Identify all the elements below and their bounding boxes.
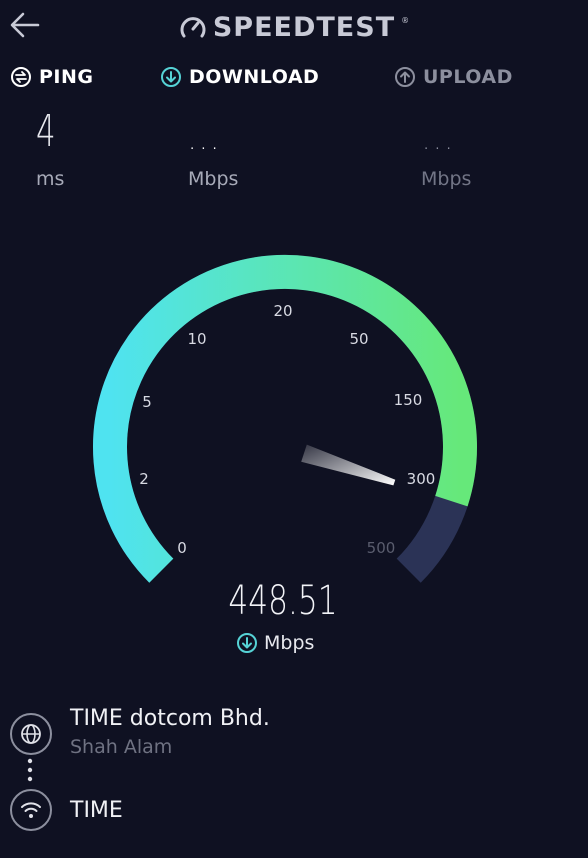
tick-label: 0 — [177, 539, 187, 557]
gauge-track — [93, 254, 477, 583]
current-speed-value: 448.51 — [228, 578, 338, 624]
ping-label: PING — [39, 66, 94, 88]
connection-name: TIME — [70, 798, 123, 823]
tick-label: 5 — [142, 393, 152, 411]
tick-label: 50 — [349, 330, 368, 348]
server-location: Shah Alam — [70, 736, 173, 758]
gauge-progress-arc — [93, 254, 477, 583]
current-speed-unit-row: Mbps — [236, 630, 314, 656]
ping-icon — [11, 67, 31, 87]
ping-unit: ms — [36, 168, 65, 190]
download-circle-icon — [161, 67, 181, 87]
upload-label: UPLOAD — [423, 66, 513, 88]
connector-dots — [27, 758, 33, 782]
gauge-needle — [301, 444, 396, 486]
wifi-icon — [10, 789, 52, 831]
download-unit: Mbps — [188, 168, 239, 190]
current-speed-unit: Mbps — [264, 632, 315, 654]
tick-label: 150 — [394, 391, 423, 409]
gauge-logo-icon — [180, 17, 206, 38]
tick-label: 2 — [139, 470, 149, 488]
upload-circle-icon — [395, 67, 415, 87]
tick-label: 20 — [273, 302, 292, 320]
tick-label: 500 — [367, 539, 396, 557]
tick-label: 300 — [407, 470, 436, 488]
ping-header: PING — [10, 64, 94, 90]
ping-value: 4 — [36, 106, 56, 157]
upload-header: UPLOAD — [394, 64, 513, 90]
download-circle-icon — [237, 633, 257, 653]
download-header: DOWNLOAD — [160, 64, 319, 90]
brand-trademark: ® — [401, 16, 410, 25]
upload-unit: Mbps — [421, 168, 472, 190]
brand-logo: SPEEDTEST ® — [0, 10, 588, 44]
globe-icon[interactable] — [9, 712, 53, 756]
download-label: DOWNLOAD — [189, 66, 320, 88]
brand-name: SPEEDTEST — [212, 11, 396, 43]
tick-label: 10 — [187, 330, 206, 348]
isp-name[interactable]: TIME dotcom Bhd. — [70, 706, 270, 731]
download-value: ... — [188, 126, 222, 156]
upload-value: ... — [422, 126, 456, 156]
